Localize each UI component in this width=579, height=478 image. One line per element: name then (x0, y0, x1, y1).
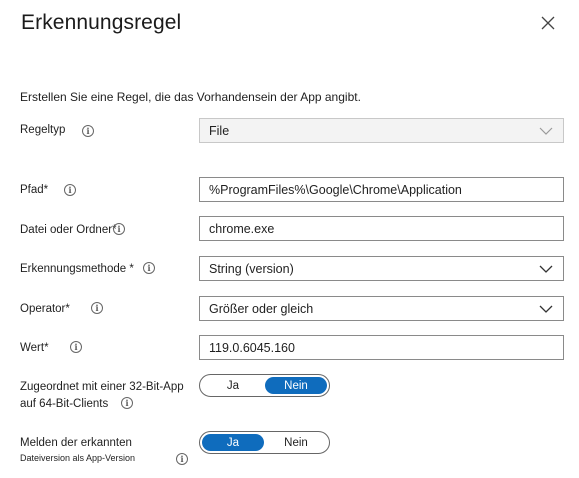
bit32-option-nein[interactable]: Nein (265, 377, 327, 394)
regeltyp-value: File (209, 123, 230, 138)
operator-dropdown[interactable]: Größer oder gleich (199, 296, 564, 321)
report-toggle[interactable]: Ja Nein (199, 431, 330, 454)
methode-dropdown[interactable]: String (version) (199, 256, 564, 281)
info-icon[interactable]: i (121, 397, 133, 409)
datei-label: Datei oder Ordner* (20, 224, 117, 236)
bit32-option-ja[interactable]: Ja (202, 377, 264, 394)
info-icon[interactable]: i (70, 341, 82, 353)
info-icon[interactable]: i (64, 184, 76, 196)
page-title: Erkennungsregel (21, 11, 182, 34)
info-icon[interactable]: i (82, 125, 94, 137)
operator-value: Größer oder gleich (209, 301, 314, 316)
report-label-line1: Melden der erkannten (20, 437, 132, 449)
pfad-value: %ProgramFiles%\Google\Chrome\Application (209, 182, 462, 197)
info-icon[interactable]: i (176, 453, 188, 465)
info-icon[interactable]: i (113, 223, 125, 235)
regeltyp-label: Regeltyp (20, 124, 66, 136)
report-label-line2: Dateiversion als App-Version (20, 453, 136, 463)
report-option-nein[interactable]: Nein (265, 434, 327, 451)
wert-label: Wert* (20, 342, 49, 354)
operator-label: Operator* (20, 303, 70, 315)
methode-value: String (version) (209, 261, 294, 276)
pfad-input[interactable]: %ProgramFiles%\Google\Chrome\Application (199, 177, 564, 202)
datei-input[interactable]: chrome.exe (199, 216, 564, 241)
report-option-ja[interactable]: Ja (202, 434, 264, 451)
chevron-down-icon (539, 127, 553, 135)
datei-value: chrome.exe (209, 221, 275, 236)
wert-input[interactable]: 119.0.6045.160 (199, 335, 564, 360)
bit32-toggle[interactable]: Ja Nein (199, 374, 330, 397)
bit32-label-line2: auf 64-Bit-Clients (20, 398, 109, 410)
description: Erstellen Sie eine Regel, die das Vorhan… (20, 90, 361, 104)
info-icon[interactable]: i (91, 302, 103, 314)
bit32-label-line1: Zugeordnet mit einer 32-Bit-App (20, 381, 184, 393)
chevron-down-icon (539, 305, 553, 313)
pfad-label: Pfad* (20, 184, 49, 196)
info-icon[interactable]: i (143, 262, 155, 274)
chevron-down-icon (539, 265, 553, 273)
close-icon (541, 16, 555, 30)
methode-label: Erkennungsmethode * (20, 263, 134, 275)
wert-value: 119.0.6045.160 (209, 340, 295, 355)
close-button[interactable] (536, 11, 560, 35)
regeltyp-dropdown: File (199, 118, 564, 143)
